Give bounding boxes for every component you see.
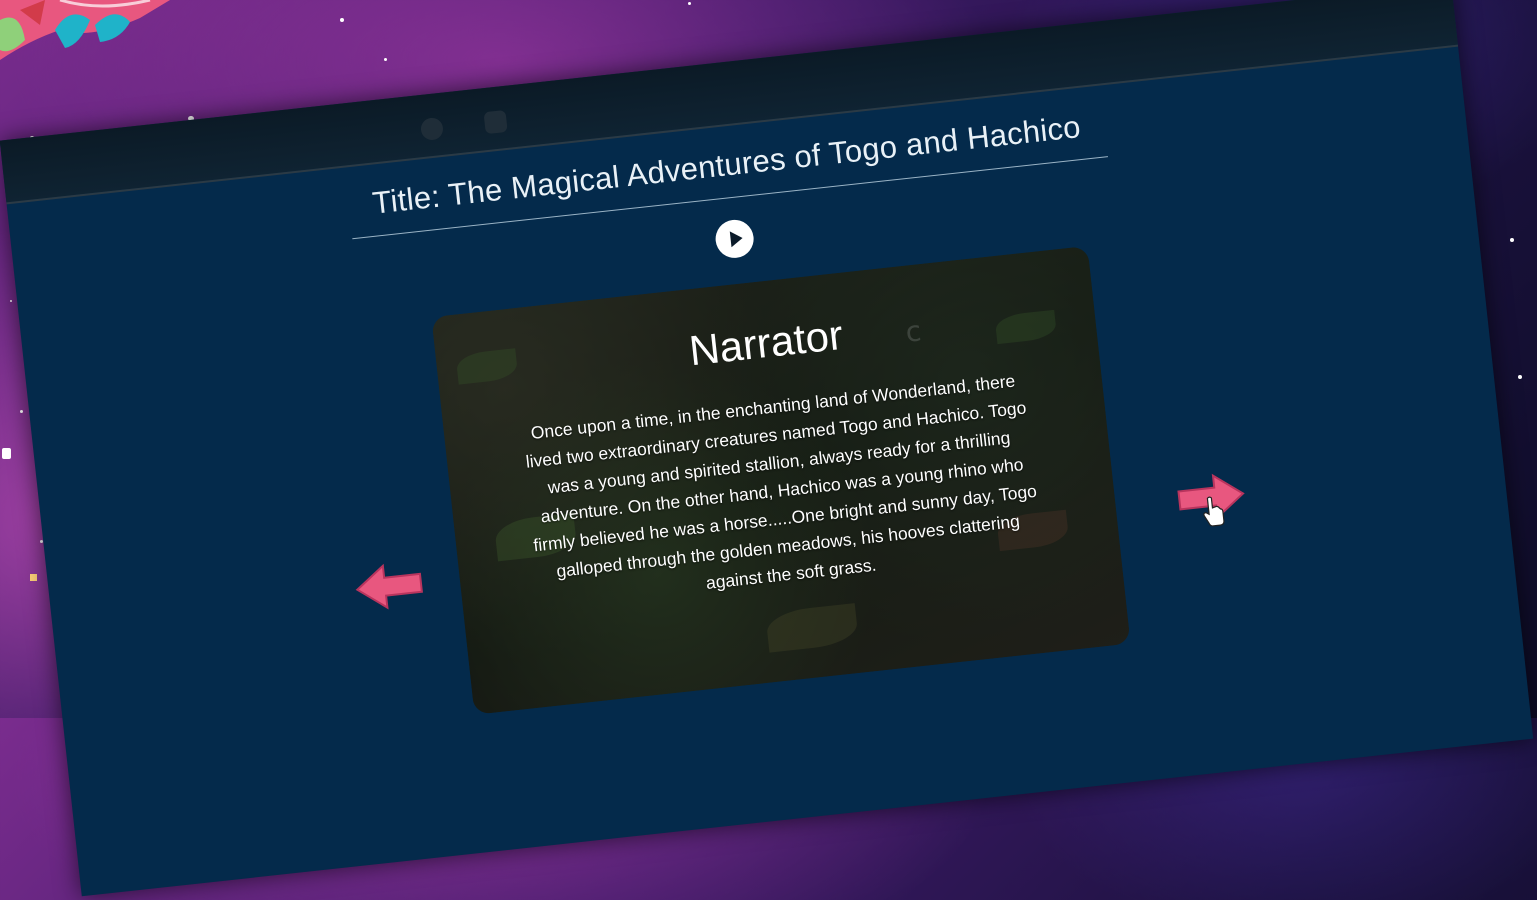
- play-button[interactable]: [713, 217, 756, 260]
- window-control-icon[interactable]: [483, 109, 508, 135]
- story-card: Narrator c Once upon a time, in the ench…: [431, 245, 1131, 715]
- star: [340, 18, 344, 22]
- arrow-right-icon: [1177, 473, 1245, 527]
- next-button[interactable]: [1173, 468, 1250, 539]
- rotated-screen: Title: The Magical Adventures of Togo an…: [0, 0, 1537, 897]
- play-icon: [729, 231, 743, 248]
- arrow-left-icon: [355, 563, 423, 610]
- window-control-icon[interactable]: [419, 116, 445, 142]
- previous-button[interactable]: [353, 558, 428, 619]
- cartoon-leaves-illustration: [0, 0, 170, 60]
